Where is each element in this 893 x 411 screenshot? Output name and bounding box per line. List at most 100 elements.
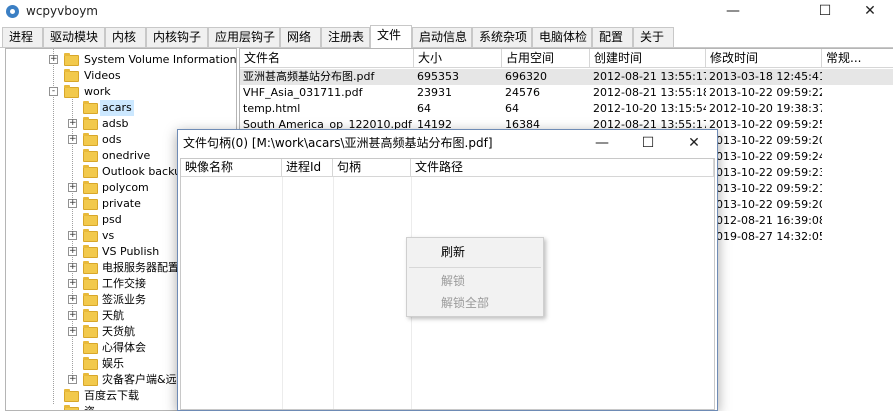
file-modified-cell: 2013-10-22 09:59:20 — [709, 198, 822, 211]
tab-startup-info[interactable]: 启动信息 — [412, 27, 472, 47]
minimize-button[interactable]: — — [710, 0, 756, 24]
file-created-cell: 2012-08-21 13:55:17 — [593, 70, 706, 83]
tree-item-label: 工作交接 — [102, 277, 146, 290]
file-name-cell[interactable]: 亚洲甚高频基站分布图.pdf — [240, 69, 414, 85]
expand-toggle[interactable]: + — [68, 135, 77, 144]
folder-icon — [64, 53, 79, 66]
context-menu: 刷新 解锁 解锁全部 — [406, 237, 544, 317]
expand-toggle[interactable]: + — [68, 295, 77, 304]
tab-pc-checkup[interactable]: 电脑体检 — [532, 27, 592, 47]
expand-toggle[interactable]: + — [68, 119, 77, 128]
expand-toggle[interactable]: + — [68, 231, 77, 240]
tab-config[interactable]: 配置 — [592, 27, 633, 47]
column-header-image-name[interactable]: 映像名称 — [181, 159, 282, 177]
title-bar: wcpyvboym — ☐ ✕ — [0, 0, 893, 24]
expand-toggle[interactable]: + — [49, 55, 58, 64]
file-modified-cell: 2013-10-22 09:59:25 — [709, 118, 822, 131]
menu-item-unlock-all[interactable]: 解锁全部 — [407, 292, 543, 314]
folder-icon — [83, 325, 98, 338]
dialog-minimize-button[interactable]: — — [579, 130, 625, 158]
menu-item-refresh[interactable]: 刷新 — [407, 241, 543, 263]
menu-item-unlock[interactable]: 解锁 — [407, 270, 543, 292]
window-title: wcpyvboym — [26, 4, 98, 18]
expand-toggle[interactable]: + — [68, 375, 77, 384]
folder-icon — [83, 293, 98, 306]
expand-toggle[interactable]: + — [68, 263, 77, 272]
expand-toggle[interactable]: + — [68, 247, 77, 256]
tab-system-misc[interactable]: 系统杂项 — [472, 27, 532, 47]
tree-item-label: ods — [102, 133, 122, 146]
folder-icon — [83, 261, 98, 274]
tree-item-label: polycom — [102, 181, 149, 194]
column-header-process-id[interactable]: 进程Id — [282, 159, 333, 177]
file-modified-cell: 2013-10-22 09:59:23 — [709, 166, 822, 179]
column-header-handle[interactable]: 句柄 — [333, 159, 411, 177]
file-modified-cell: 2013-10-22 09:59:20 — [709, 134, 822, 147]
file-name-cell[interactable]: temp.html — [240, 101, 414, 117]
tab-files[interactable]: 文件 — [370, 25, 412, 48]
tree-item-label: adsb — [102, 117, 129, 130]
maximize-button[interactable]: ☐ — [802, 0, 848, 24]
collapse-toggle[interactable]: - — [49, 87, 58, 96]
tree-item[interactable]: acars — [6, 100, 236, 116]
tab-about[interactable]: 关于 — [633, 27, 674, 47]
column-divider — [282, 177, 283, 409]
file-created-cell: 2012-08-21 13:55:18 — [593, 86, 706, 99]
folder-icon — [83, 133, 98, 146]
folder-icon — [64, 85, 79, 98]
tree-item-label: 签派业务 — [102, 293, 146, 306]
file-created-cell: 2012-10-20 13:15:54 — [593, 102, 706, 115]
expand-toggle[interactable]: + — [68, 183, 77, 192]
tab-registry[interactable]: 注册表 — [321, 27, 370, 47]
folder-icon — [83, 373, 98, 386]
tree-item-label: VS Publish — [102, 245, 160, 258]
tree-item[interactable]: + System Volume Information — [6, 52, 236, 68]
folder-icon — [83, 277, 98, 290]
tree-item-label: 灾备客户端&远 — [102, 373, 177, 386]
tab-network[interactable]: 网络 — [280, 27, 321, 47]
expand-toggle[interactable]: + — [68, 311, 77, 320]
file-size-cell: 64 — [417, 102, 431, 115]
column-header-allocated[interactable]: 占用空间 — [502, 49, 590, 68]
tab-process[interactable]: 进程 — [2, 27, 43, 47]
column-header-file-path[interactable]: 文件路径 — [411, 159, 714, 177]
column-header-size[interactable]: 大小 — [414, 49, 502, 68]
file-modified-cell: 2013-10-22 09:59:22 — [709, 86, 822, 99]
file-modified-cell: 2013-10-22 09:59:24 — [709, 150, 822, 163]
file-name-cell[interactable]: VHF_Asia_031711.pdf — [240, 85, 414, 101]
tree-item-label: Outlook backup — [102, 165, 189, 178]
tree-item-label: psd — [102, 213, 122, 226]
expand-toggle[interactable]: + — [68, 327, 77, 336]
tab-driver-modules[interactable]: 驱动模块 — [43, 27, 105, 47]
column-divider — [333, 177, 334, 409]
tab-kernel[interactable]: 内核 — [105, 27, 146, 47]
folder-icon — [64, 389, 79, 402]
folder-icon — [83, 229, 98, 242]
folder-icon — [64, 69, 79, 82]
expand-toggle[interactable]: + — [68, 279, 77, 288]
tree-item-label: onedrive — [102, 149, 151, 162]
column-header-modified[interactable]: 修改时间 — [706, 49, 822, 68]
expand-toggle[interactable]: + — [68, 199, 77, 208]
tree-item-label: 百度云下载 — [84, 389, 139, 402]
file-alloc-cell: 24576 — [505, 86, 540, 99]
column-header-name[interactable]: 文件名 — [240, 49, 414, 68]
dialog-close-button[interactable]: ✕ — [671, 130, 717, 158]
tree-item-label: work — [84, 85, 111, 98]
tree-item-label: vs — [102, 229, 115, 242]
file-modified-cell: 2013-03-18 12:45:41 — [709, 70, 822, 83]
tree-item-label: private — [102, 197, 141, 210]
tree-item-label: 天航 — [102, 309, 124, 322]
tab-kernel-hooks[interactable]: 内核钩子 — [146, 27, 208, 47]
file-modified-cell: 2019-08-27 14:32:05 — [709, 230, 822, 243]
tree-item-label: 心得体会 — [102, 341, 146, 354]
tab-app-hooks[interactable]: 应用层钩子 — [208, 27, 280, 47]
column-header-created[interactable]: 创建时间 — [590, 49, 706, 68]
folder-icon — [83, 117, 98, 130]
tree-item[interactable]: Videos — [6, 68, 236, 84]
folder-icon — [83, 357, 98, 370]
dialog-maximize-button[interactable]: ☐ — [625, 130, 671, 158]
close-button[interactable]: ✕ — [847, 0, 893, 24]
tree-item[interactable]: - work — [6, 84, 236, 100]
column-header-attributes[interactable]: 常规... — [822, 49, 893, 68]
